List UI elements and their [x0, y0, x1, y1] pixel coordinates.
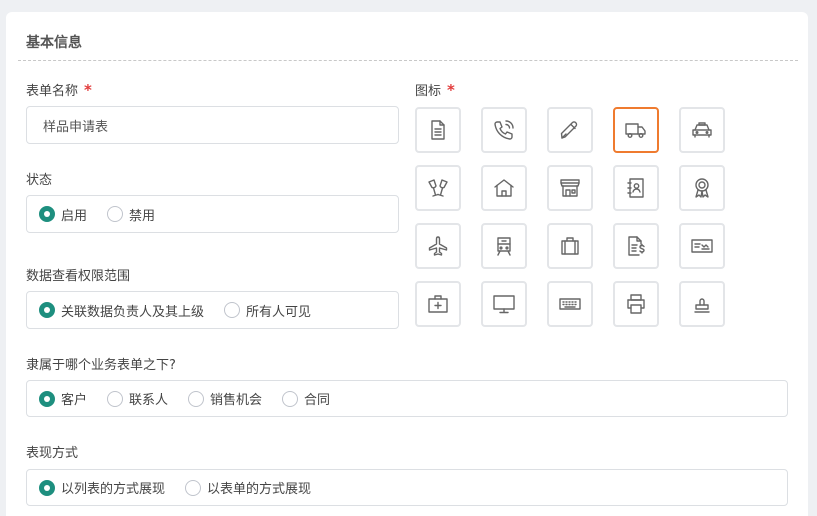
radio-checked-icon — [39, 206, 55, 222]
belongs-to-option-opportunity[interactable]: 销售机会 — [188, 389, 262, 408]
data-scope-option-related[interactable]: 关联数据负责人及其上级 — [39, 301, 204, 320]
radio-unchecked-icon — [107, 206, 124, 222]
radio-unchecked-icon — [107, 390, 124, 407]
home-icon — [494, 179, 514, 197]
train-icon — [497, 237, 511, 256]
section-title: 基本信息 — [26, 35, 82, 51]
belongs-to-option-contact[interactable]: 联系人 — [107, 389, 168, 408]
icon-option-home[interactable] — [481, 165, 527, 211]
invoice-icon — [628, 236, 645, 256]
icon-grid — [415, 107, 725, 327]
icon-option-phone-call[interactable] — [481, 107, 527, 153]
icon-option-airplane[interactable] — [415, 223, 461, 269]
phone-call-icon — [494, 120, 514, 140]
icon-picker-label: 图标 * — [415, 81, 455, 99]
data-scope-radio-group: 关联数据负责人及其上级 所有人可见 — [26, 291, 399, 329]
airplane-icon — [428, 236, 448, 256]
radio-checked-icon — [39, 479, 55, 496]
display-mode-label: 表现方式 — [26, 446, 79, 461]
radio-checked-icon — [39, 390, 55, 407]
radio-unchecked-icon — [224, 302, 241, 318]
icon-option-keyboard[interactable] — [547, 281, 593, 327]
status-radio-group: 启用 禁用 — [26, 195, 399, 233]
radio-unchecked-icon — [188, 390, 205, 407]
required-mark: * — [84, 81, 92, 99]
monitor-icon — [493, 295, 515, 314]
icon-option-cheque[interactable] — [679, 223, 725, 269]
belongs-to-option-contract[interactable]: 合同 — [282, 389, 330, 408]
contact-book-icon — [627, 178, 644, 198]
document-icon — [431, 120, 445, 140]
icon-option-invoice[interactable] — [613, 223, 659, 269]
icon-option-cheers[interactable] — [415, 165, 461, 211]
form-name-label: 表单名称 * — [26, 81, 92, 99]
belongs-to-label: 隶属于哪个业务表单之下? — [26, 358, 176, 373]
radio-unchecked-icon — [185, 479, 202, 496]
icon-option-pen[interactable] — [547, 107, 593, 153]
printer-icon — [627, 294, 645, 314]
radio-checked-icon — [39, 302, 55, 318]
icon-option-contact-book[interactable] — [613, 165, 659, 211]
store-icon — [560, 179, 580, 197]
taxi-icon — [692, 122, 712, 138]
pen-icon — [560, 121, 578, 139]
basic-info-card: 基本信息 表单名称* 状态 启用 禁用 数据查看权限范围 关联数据负责人及其上级… — [6, 12, 808, 516]
status-option-enabled[interactable]: 启用 — [39, 205, 87, 224]
icon-option-medical-kit[interactable] — [415, 281, 461, 327]
suitcase-icon — [561, 237, 579, 255]
form-name-input[interactable] — [26, 106, 399, 144]
section-divider — [18, 60, 798, 61]
icon-option-monitor[interactable] — [481, 281, 527, 327]
belongs-to-option-customer[interactable]: 客户 — [39, 389, 87, 408]
cheque-icon — [691, 239, 713, 253]
award-icon — [695, 178, 709, 198]
status-label: 状态 — [26, 173, 53, 188]
belongs-to-radio-group: 客户 联系人 销售机会 合同 — [26, 380, 788, 417]
display-mode-radio-group: 以列表的方式展现 以表单的方式展现 — [26, 469, 788, 506]
required-mark: * — [447, 81, 455, 99]
status-option-disabled[interactable]: 禁用 — [107, 205, 155, 224]
icon-option-printer[interactable] — [613, 281, 659, 327]
icon-option-suitcase[interactable] — [547, 223, 593, 269]
display-mode-option-list[interactable]: 以列表的方式展现 — [39, 478, 165, 497]
icon-option-document[interactable] — [415, 107, 461, 153]
data-scope-label: 数据查看权限范围 — [26, 269, 131, 284]
data-scope-option-everyone[interactable]: 所有人可见 — [224, 301, 311, 320]
icon-option-train[interactable] — [481, 223, 527, 269]
truck-icon — [625, 123, 646, 138]
icon-option-award[interactable] — [679, 165, 725, 211]
icon-option-stamp[interactable] — [679, 281, 725, 327]
cheers-icon — [428, 179, 448, 197]
keyboard-icon — [559, 298, 581, 310]
medical-kit-icon — [428, 295, 448, 313]
icon-option-taxi[interactable] — [679, 107, 725, 153]
radio-unchecked-icon — [282, 390, 299, 407]
icon-option-truck[interactable] — [613, 107, 659, 153]
icon-option-store[interactable] — [547, 165, 593, 211]
display-mode-option-form[interactable]: 以表单的方式展现 — [185, 478, 311, 497]
stamp-icon — [694, 298, 710, 313]
